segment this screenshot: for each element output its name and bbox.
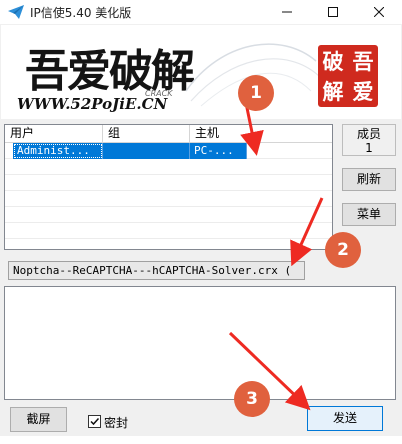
annotation-marker-1: 1: [238, 75, 274, 111]
annotation-marker-2: 2: [325, 232, 361, 268]
annotation-marker-3: 3: [234, 381, 270, 417]
arrow-2: [290, 197, 324, 267]
annotation-arrows: [228, 102, 324, 411]
